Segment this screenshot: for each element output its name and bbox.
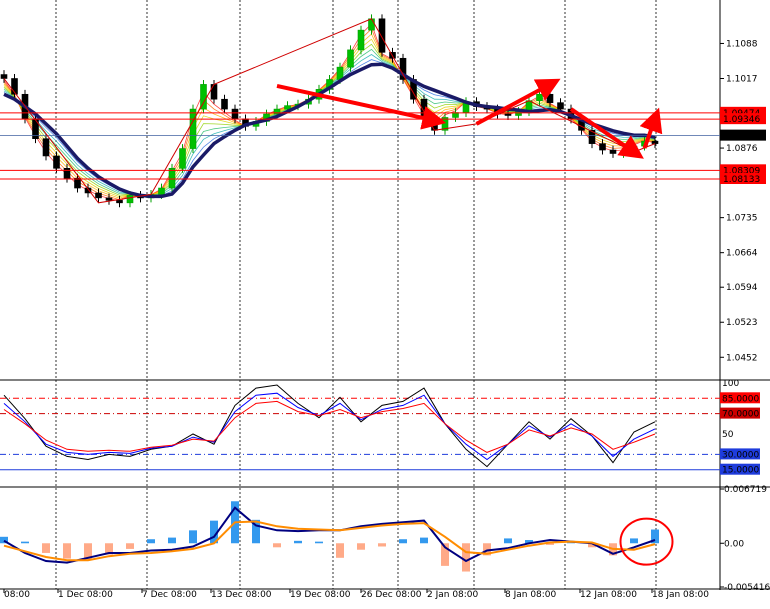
histogram-bar [378, 543, 386, 547]
candle-body [116, 200, 123, 204]
candle-body [74, 177, 81, 189]
histogram-bar [357, 543, 365, 550]
candle-body [95, 192, 102, 199]
price-axis-label: 1.0876 [726, 144, 758, 154]
price-axis-label: 1.0523 [726, 318, 758, 328]
price-axis-label: 1.1088 [726, 39, 758, 49]
oscillator-level-label: 15.0000 [722, 466, 759, 476]
candle-body [179, 148, 186, 169]
candle-body [126, 195, 134, 204]
candle-body [651, 140, 659, 144]
histogram-bar [294, 540, 302, 544]
price-axis-label: 1.1017 [726, 74, 758, 84]
macd-axis-label: 0.006719 [724, 485, 767, 495]
histogram-bar [126, 543, 134, 549]
chart-background [0, 0, 770, 605]
candle-body [231, 108, 239, 120]
candle-body [620, 151, 627, 154]
candle-body [168, 167, 176, 189]
candle-body [200, 84, 207, 110]
candle-body [63, 167, 71, 179]
oscillator-level-label: 70.0000 [722, 410, 759, 420]
candle-body [504, 113, 512, 116]
price-axis-label: 1.0735 [726, 214, 758, 224]
candle-body [557, 102, 564, 110]
histogram-bar [315, 541, 323, 544]
histogram-bar [399, 539, 407, 544]
histogram-bar [42, 543, 50, 553]
candle-body [284, 105, 291, 110]
histogram-bar [189, 530, 197, 544]
macd-axis-label: -0.005416 [724, 583, 770, 593]
candle-body [42, 138, 50, 157]
candle-body [221, 98, 228, 110]
time-axis-label: 13 Dec 08:00 [211, 590, 272, 600]
current-price-label: 1.09012 [723, 132, 760, 142]
histogram-bar [462, 543, 470, 572]
histogram-bar [168, 537, 176, 544]
candle-body [0, 74, 8, 79]
time-axis-label: 1 Dec 08:00 [58, 590, 113, 600]
histogram-bar [504, 538, 512, 544]
trading-chart[interactable]: 1.1088 1.1017 1.0876 1.0735 1.0664 1.0594 1.05… [0, 0, 770, 605]
price-level-label: 1.08133 [723, 175, 760, 185]
candle-body [53, 155, 60, 169]
candle-body [336, 66, 344, 80]
candle-body [368, 18, 375, 31]
candle-body [599, 143, 606, 151]
oscillator-level-label: 30.0000 [722, 450, 759, 460]
time-axis-label: 8 Jan 08:00 [505, 590, 557, 600]
candle-body [536, 93, 543, 101]
histogram-bar [630, 538, 638, 544]
macd-axis-label: 0.00 [724, 539, 744, 549]
histogram-bar [273, 543, 281, 548]
price-axis-label: 1.0594 [726, 283, 758, 293]
price-axis-label: 1.0452 [726, 353, 758, 363]
candle-body [357, 29, 365, 51]
histogram-bar [21, 541, 29, 544]
time-axis-label: 12 Jan 08:00 [580, 590, 637, 600]
histogram-bar [420, 537, 428, 544]
price-level-label: 1.09346 [723, 115, 760, 125]
oscillator-level-label: 85.0000 [722, 394, 759, 404]
candle-body [609, 149, 617, 154]
candle-body [210, 84, 218, 100]
candle-body [189, 108, 197, 149]
histogram-bar [63, 543, 71, 559]
time-axis-label: 26 Dec 08:00 [361, 590, 422, 600]
time-axis-label: 08:00 [4, 590, 30, 600]
oscillator-axis-label: 100 [722, 379, 739, 389]
time-axis-label: 2 Jan 08:00 [427, 590, 479, 600]
histogram-bar [336, 543, 344, 558]
candle-body [378, 18, 386, 53]
candle-body [105, 197, 113, 201]
candle-body [158, 187, 165, 195]
candle-body [347, 49, 354, 68]
time-axis-label: 18 Jan 08:00 [652, 590, 709, 600]
histogram-bar [147, 539, 155, 544]
time-axis-label: 19 Dec 08:00 [290, 590, 351, 600]
candle-body [546, 93, 554, 103]
price-axis-label: 1.0664 [726, 249, 758, 259]
time-axis-label: 7 Dec 08:00 [142, 590, 197, 600]
chart-canvas[interactable]: 1.1088 1.1017 1.0876 1.0735 1.0664 1.0594 1.05… [0, 0, 770, 605]
oscillator-axis-label: 50 [722, 430, 734, 440]
